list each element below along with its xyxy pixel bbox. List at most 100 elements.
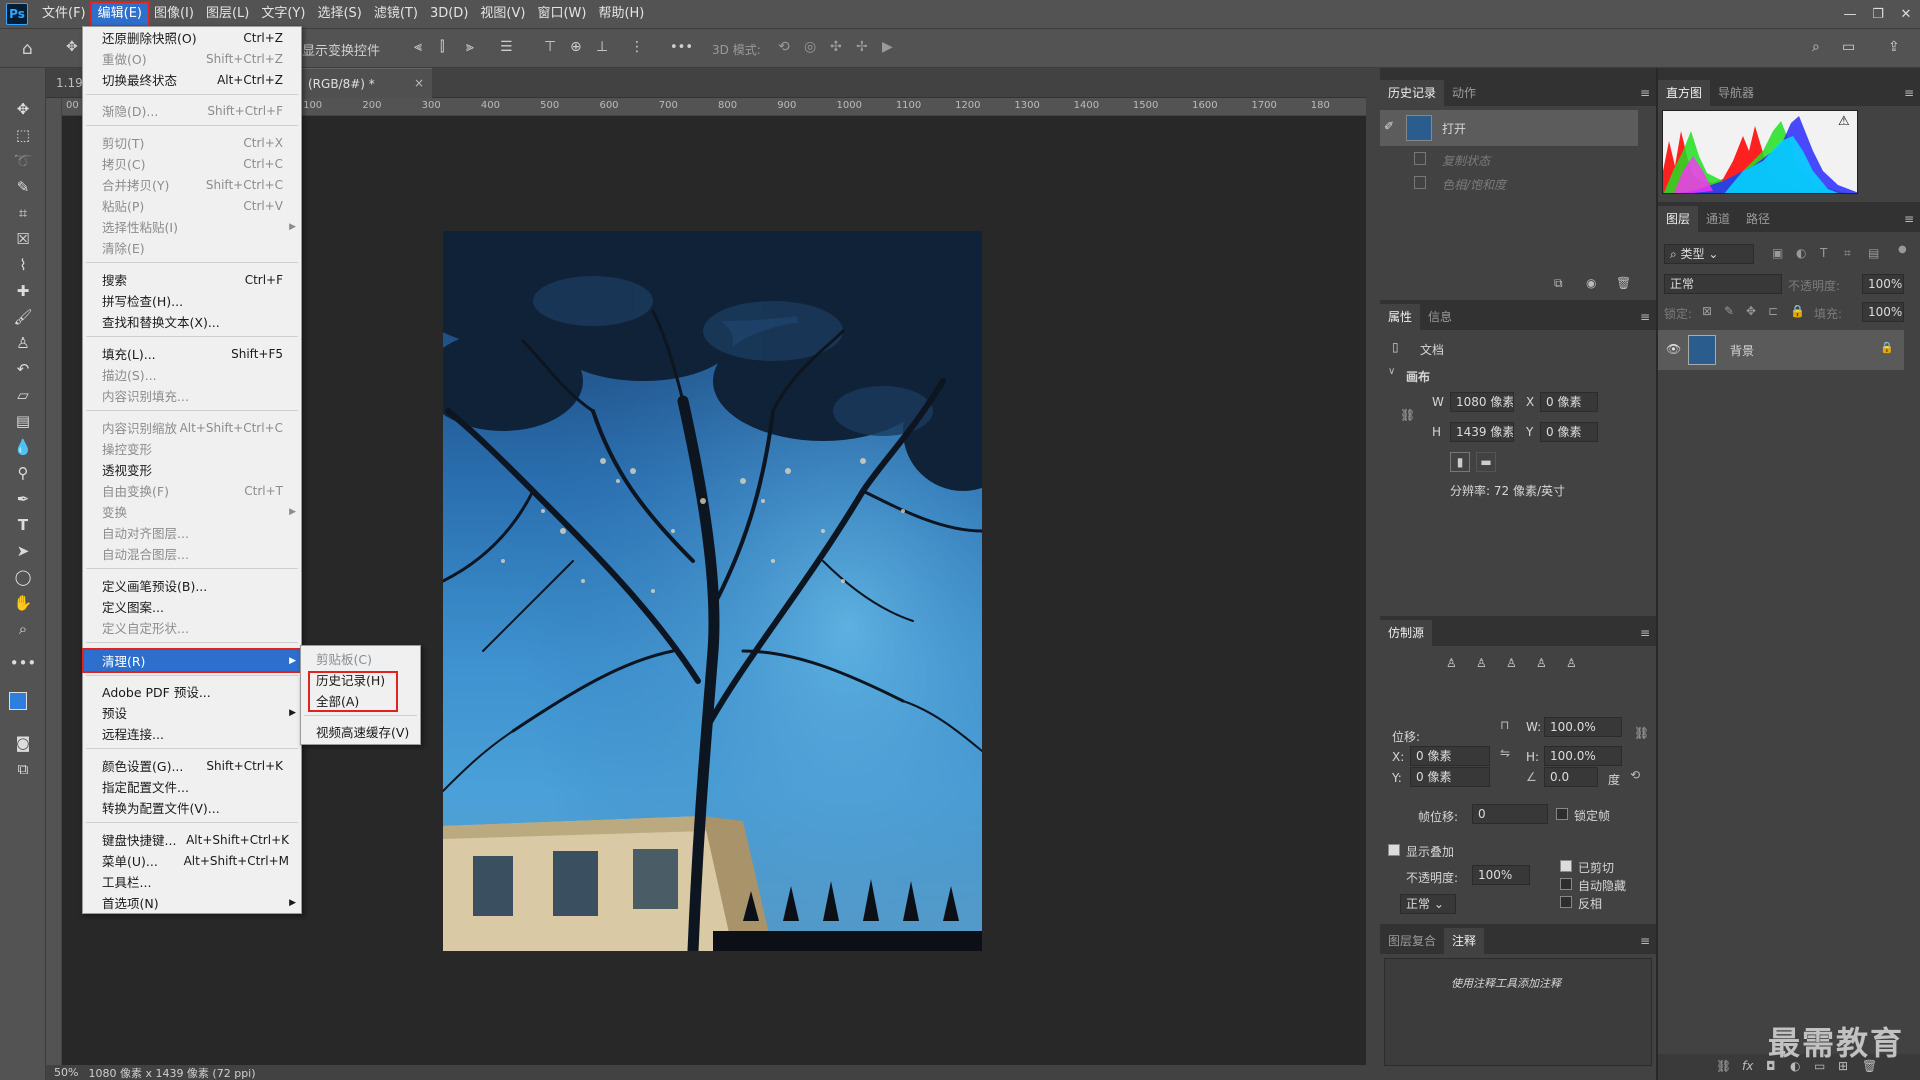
menu-item-content-aware-scale[interactable]: 内容识别缩放 Alt+Shift+Ctrl+C [83,417,301,438]
marquee-tool-icon[interactable]: ⬚ [10,124,36,146]
quick-select-tool-icon[interactable]: ✎ [10,176,36,198]
canvas-y-field[interactable]: 0 像素 [1540,422,1598,442]
panel-menu-icon[interactable]: ≡ [1904,212,1914,226]
clone-source-3-icon[interactable]: ♙ [1506,656,1517,670]
tab-channels[interactable]: 通道 [1698,206,1738,232]
align-middle-icon[interactable]: ⊕ [570,39,582,55]
menu-item-free-transform[interactable]: 自由变换(F) Ctrl+T [83,480,301,501]
menu-item-spell-check[interactable]: 拼写检查(H)... [83,290,301,311]
filter-smart-icon[interactable]: ▤ [1868,246,1879,260]
menu-item-search[interactable]: 搜索 Ctrl+F [83,269,301,290]
tab-history[interactable]: 历史记录 [1380,80,1445,106]
menu-item-paste-special[interactable]: 选择性粘贴(I) ▶ [83,216,301,237]
submenu-item-video-cache[interactable]: 视频高速缓存(V) [301,721,420,742]
history-state-row[interactable]: 复制状态 [1380,148,1638,170]
menu-item-auto-blend[interactable]: 自动混合图层... [83,543,301,564]
canvas-photo[interactable] [443,231,982,951]
eraser-tool-icon[interactable]: ▱ [10,384,36,406]
eyedropper-tool-icon[interactable]: ⌇ [10,254,36,276]
menu-item-menus[interactable]: 菜单(U)... Alt+Shift+Ctrl+M [83,850,301,871]
link-layers-icon[interactable]: ⛓ [1716,1059,1731,1073]
history-snapshot-row[interactable]: ✐ 打开 [1380,110,1638,146]
layer-row-background[interactable]: 👁 背景 🔒 [1658,330,1904,370]
menu-item-preferences[interactable]: 首选项(N) ▶ [83,892,301,913]
3d-pan-icon[interactable]: ✣ [830,39,842,55]
search-icon[interactable]: ⌕ [1812,39,1820,55]
lock-artboard-icon[interactable]: ⊏ [1768,304,1778,318]
menu-item-pdf-presets[interactable]: Adobe PDF 预设... [83,681,301,702]
gradient-tool-icon[interactable]: ▤ [10,410,36,432]
more-options-icon[interactable]: ••• [670,40,693,55]
menu-item-presets[interactable]: 预设 ▶ [83,702,301,723]
clipped-checkbox[interactable] [1560,860,1572,872]
layer-lock-icon[interactable]: 🔒 [1880,341,1894,354]
quick-mask-icon[interactable]: ◙ [10,732,36,754]
menu-select[interactable]: 选择(S) [311,3,367,25]
crop-tool-icon[interactable]: ⌗ [10,202,36,224]
menu-item-toggle-last-state[interactable]: 切换最终状态 Alt+Ctrl+Z [83,69,301,90]
flip-horizontal-icon[interactable]: ⇋ [1500,746,1510,760]
blur-tool-icon[interactable]: 💧 [10,436,36,458]
3d-roll-icon[interactable]: ◎ [804,39,816,55]
zoom-tool-icon[interactable]: ⌕ [10,618,36,640]
menu-help[interactable]: 帮助(H) [592,3,650,25]
move-tool-icon[interactable]: ✥ [10,98,36,120]
chevron-down-icon[interactable]: ∨ [1388,366,1395,377]
path-select-tool-icon[interactable]: ➤ [10,540,36,562]
lasso-tool-icon[interactable]: ➰ [10,150,36,172]
filter-type-icon[interactable]: T [1820,246,1827,260]
new-document-from-state-icon[interactable]: ⧉ [1554,276,1563,291]
eye-icon[interactable]: 👁 [1666,342,1681,356]
menu-item-redo[interactable]: 重做(O) Shift+Ctrl+Z [83,48,301,69]
home-icon[interactable]: ⌂ [22,39,33,59]
panel-collapse-strip[interactable] [1366,68,1380,1080]
panel-menu-icon[interactable]: ≡ [1640,310,1650,324]
panel-menu-icon[interactable]: ≡ [1904,86,1914,100]
clone-width-field[interactable]: 100.0% [1544,717,1622,737]
tab-actions[interactable]: 动作 [1444,80,1484,106]
canvas-height-field[interactable]: 1439 像素 [1450,422,1514,442]
menu-window[interactable]: 窗口(W) [531,3,592,25]
clone-source-4-icon[interactable]: ♙ [1536,656,1547,670]
clone-source-1-icon[interactable]: ♙ [1446,656,1457,670]
3d-slide-icon[interactable]: ✢ [856,39,868,55]
menu-item-define-brush[interactable]: 定义画笔预设(B)... [83,575,301,596]
overlay-opacity-field[interactable]: 100% [1472,865,1530,885]
fx-icon[interactable]: fx [1742,1059,1753,1073]
menu-type[interactable]: 文字(Y) [255,3,311,25]
type-tool-icon[interactable]: T [10,514,36,536]
minimize-button[interactable]: — [1836,0,1864,28]
menu-layer[interactable]: 图层(L) [200,3,255,25]
menu-filter[interactable]: 滤镜(T) [368,3,424,25]
status-zoom[interactable]: 50% [54,1066,78,1079]
fill-field[interactable]: 100% [1862,302,1904,322]
3d-rotate-icon[interactable]: ⟲ [778,39,790,55]
distribute-icon[interactable]: ☰ [500,39,513,55]
canvas-x-field[interactable]: 0 像素 [1540,392,1598,412]
hand-tool-icon[interactable]: ✋ [10,592,36,614]
opacity-field[interactable]: 100% [1862,274,1904,294]
lock-position-icon[interactable]: ✥ [1746,304,1756,318]
tab-clone-source[interactable]: 仿制源 [1380,620,1433,646]
menu-item-remote-connections[interactable]: 远程连接... [83,723,301,744]
filter-shape-icon[interactable]: ⌗ [1844,246,1851,261]
menu-item-perspective-warp[interactable]: 透视变形 [83,459,301,480]
menu-item-stroke[interactable]: 描边(S)... [83,364,301,385]
panel-menu-icon[interactable]: ≡ [1640,934,1650,948]
history-state-row[interactable]: 色相/饱和度 [1380,172,1638,194]
menu-3d[interactable]: 3D(D) [424,3,474,25]
menu-item-assign-profile[interactable]: 指定配置文件... [83,776,301,797]
panel-menu-icon[interactable]: ≡ [1640,86,1650,100]
auto-hide-checkbox[interactable] [1560,878,1572,890]
tab-properties[interactable]: 属性 [1380,304,1421,330]
menu-item-toolbar[interactable]: 工具栏... [83,871,301,892]
menu-item-transform[interactable]: 变换 ▶ [83,501,301,522]
tab-navigator[interactable]: 导航器 [1710,80,1762,106]
link-icon[interactable]: ⛓ [1400,408,1415,422]
submenu-item-clipboard[interactable]: 剪贴板(C) [301,648,420,669]
lock-icon[interactable]: ⊓ [1500,718,1509,732]
tab-layers[interactable]: 图层 [1658,206,1699,232]
menu-item-cut[interactable]: 剪切(T) Ctrl+X [83,132,301,153]
align-bottom-icon[interactable]: ⊥ [596,39,608,55]
ellipse-tool-icon[interactable]: ◯ [10,566,36,588]
